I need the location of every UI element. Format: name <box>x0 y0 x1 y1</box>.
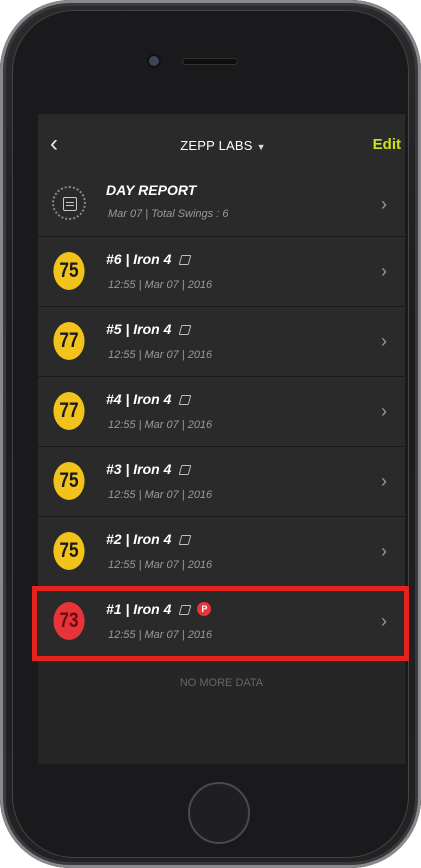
swing-title: #2 | Iron 4 <box>106 531 192 547</box>
flag-icon <box>179 535 192 545</box>
swing-row[interactable]: 77 #4 | Iron 4 12:55 | Mar 07 | 2016 › <box>38 377 405 447</box>
score-badge: 77 <box>53 322 85 360</box>
swing-subtitle: 12:55 | Mar 07 | 2016 <box>108 489 213 501</box>
score-badge: 75 <box>53 532 85 570</box>
swing-list: DAY REPORT Mar 07 | Total Swings : 6 › 7… <box>38 174 405 657</box>
nav-title-label: ZEPP LABS <box>180 138 253 153</box>
day-report-row[interactable]: DAY REPORT Mar 07 | Total Swings : 6 › <box>38 174 405 237</box>
swing-title: #1 | Iron 4 P <box>106 601 212 617</box>
chevron-right-icon: › <box>381 194 387 214</box>
flag-icon <box>179 605 192 615</box>
nav-title[interactable]: ZEPP LABS ▼ <box>158 138 288 153</box>
swing-subtitle: 12:55 | Mar 07 | 2016 <box>108 629 213 641</box>
day-report-title: DAY REPORT <box>106 182 197 198</box>
swing-title: #5 | Iron 4 <box>106 321 192 337</box>
edit-button[interactable]: Edit <box>373 136 401 153</box>
swing-title-text: #2 | Iron 4 <box>106 531 172 547</box>
swing-row[interactable]: 77 #5 | Iron 4 12:55 | Mar 07 | 2016 › <box>38 307 405 377</box>
swing-row[interactable]: 75 #6 | Iron 4 12:55 | Mar 07 | 2016 › <box>38 237 405 307</box>
swing-row[interactable]: 75 #2 | Iron 4 12:55 | Mar 07 | 2016 › <box>38 517 405 587</box>
swing-title: #3 | Iron 4 <box>106 461 192 477</box>
personal-best-icon: P <box>197 602 212 616</box>
score-badge: 75 <box>53 462 85 500</box>
swing-title-text: #6 | Iron 4 <box>106 251 172 267</box>
caret-down-icon: ▼ <box>256 142 266 152</box>
chevron-right-icon: › <box>381 261 387 281</box>
swing-subtitle: 12:55 | Mar 07 | 2016 <box>108 279 213 291</box>
score-badge: 73 <box>53 602 85 640</box>
swing-subtitle: 12:55 | Mar 07 | 2016 <box>108 419 213 431</box>
earpiece-speaker <box>182 58 238 65</box>
swing-title: #4 | Iron 4 <box>106 391 192 407</box>
flag-icon <box>179 395 192 405</box>
swing-title: #6 | Iron 4 <box>106 251 192 267</box>
home-button[interactable] <box>188 782 250 844</box>
nav-bar: ‹ ZEPP LABS ▼ Edit <box>38 114 405 174</box>
flag-icon <box>179 325 192 335</box>
swing-row-selected[interactable]: 73 #1 | Iron 4 P 12:55 | Mar 07 | 2016 › <box>38 587 405 657</box>
swing-title-text: #4 | Iron 4 <box>106 391 172 407</box>
app-screen: ‹ ZEPP LABS ▼ Edit DAY REPORT Mar 07 | To… <box>38 114 405 764</box>
swing-subtitle: 12:55 | Mar 07 | 2016 <box>108 349 213 361</box>
chevron-left-icon[interactable]: ‹ <box>50 132 76 158</box>
phone-frame: ‹ ZEPP LABS ▼ Edit DAY REPORT Mar 07 | To… <box>0 0 421 868</box>
swing-title-text: #1 | Iron 4 <box>106 601 172 617</box>
day-report-subtitle: Mar 07 | Total Swings : 6 <box>108 208 229 220</box>
front-camera <box>149 56 159 66</box>
flag-icon <box>179 465 192 475</box>
no-more-data-label: NO MORE DATA <box>179 677 264 689</box>
swing-title-text: #5 | Iron 4 <box>106 321 172 337</box>
score-badge: 75 <box>53 252 85 290</box>
chevron-right-icon: › <box>381 401 387 421</box>
swing-row[interactable]: 75 #3 | Iron 4 12:55 | Mar 07 | 2016 › <box>38 447 405 517</box>
score-badge: 77 <box>53 392 85 430</box>
chevron-right-icon: › <box>381 611 387 631</box>
chevron-right-icon: › <box>381 541 387 561</box>
flag-icon <box>179 255 192 265</box>
chevron-right-icon: › <box>381 331 387 351</box>
chevron-right-icon: › <box>381 471 387 491</box>
swing-subtitle: 12:55 | Mar 07 | 2016 <box>108 559 213 571</box>
swing-title-text: #3 | Iron 4 <box>106 461 172 477</box>
calendar-icon <box>52 186 86 220</box>
